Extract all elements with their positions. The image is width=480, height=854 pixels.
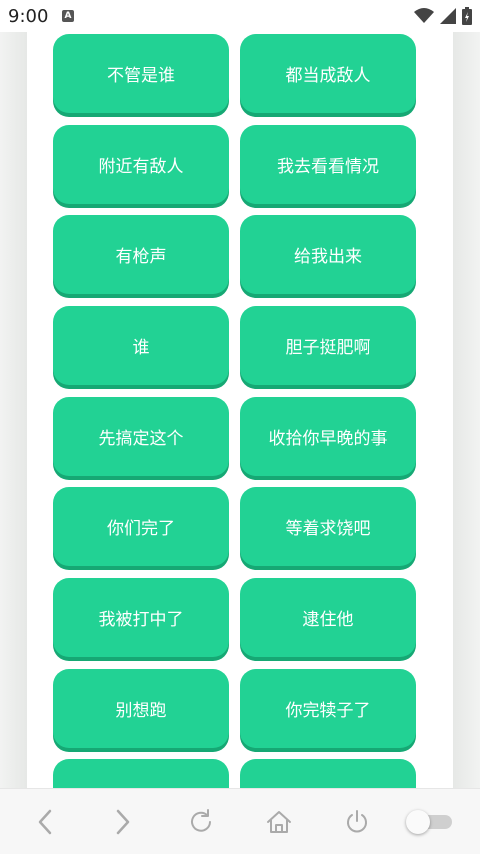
left-margin	[0, 32, 27, 788]
power-button[interactable]	[340, 805, 374, 839]
sound-button[interactable]: 等着求饶吧	[240, 487, 416, 566]
sound-button[interactable]	[53, 759, 229, 788]
sound-button[interactable]: 不管是谁	[53, 34, 229, 113]
refresh-icon	[191, 809, 211, 832]
sound-button[interactable]: 逮住他	[240, 578, 416, 657]
sound-button[interactable]: 都当成敌人	[240, 34, 416, 113]
toggle-switch[interactable]	[406, 810, 452, 834]
sound-button[interactable]: 你们完了	[53, 487, 229, 566]
notification-icon: A	[62, 10, 74, 22]
sound-button[interactable]: 谁	[53, 306, 229, 385]
status-icons	[414, 6, 472, 26]
sound-button[interactable]: 附近有敌人	[53, 125, 229, 204]
content-area[interactable]: 不管是谁 都当成敌人 附近有敌人 我去看看情况 有枪声 给我出来 谁 胆子挺肥啊…	[27, 32, 453, 788]
sound-button[interactable]: 收拾你早晚的事	[240, 397, 416, 476]
sound-button[interactable]: 我被打中了	[53, 578, 229, 657]
sound-button[interactable]: 先搞定这个	[53, 397, 229, 476]
home-button[interactable]	[262, 805, 296, 839]
refresh-button[interactable]	[184, 805, 218, 839]
sound-button[interactable]: 我去看看情况	[240, 125, 416, 204]
back-icon	[38, 809, 52, 835]
toggle-knob	[406, 810, 430, 834]
right-margin	[453, 32, 480, 788]
sound-button[interactable]: 胆子挺肥啊	[240, 306, 416, 385]
sound-button[interactable]: 给我出来	[240, 215, 416, 294]
status-time: 9:00	[8, 6, 49, 27]
back-button[interactable]	[28, 805, 62, 839]
signal-icon	[440, 8, 456, 24]
status-bar: 9:00 A	[0, 0, 480, 32]
power-icon	[347, 810, 367, 833]
forward-button[interactable]	[106, 805, 140, 839]
sound-button[interactable]: 别想跑	[53, 669, 229, 748]
battery-icon	[462, 7, 472, 25]
home-icon	[267, 811, 291, 833]
sound-button[interactable]: 有枪声	[53, 215, 229, 294]
wifi-icon	[414, 8, 434, 23]
forward-icon	[116, 809, 130, 835]
sound-button[interactable]: 你完犊子了	[240, 669, 416, 748]
browser-nav-bar	[0, 788, 480, 854]
sound-button[interactable]	[240, 759, 416, 788]
